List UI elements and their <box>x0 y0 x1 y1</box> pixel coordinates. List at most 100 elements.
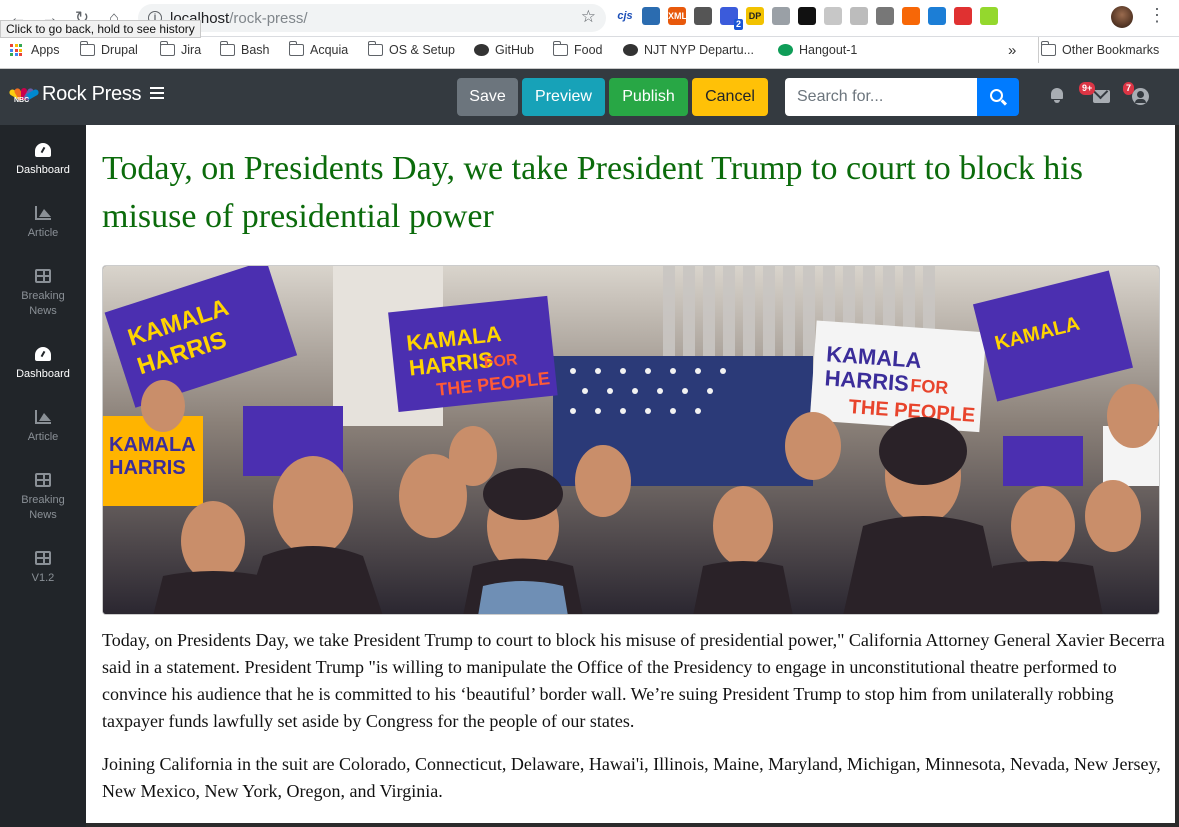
brand-logo[interactable]: NBC Rock Press <box>8 83 142 106</box>
bookmarks-bar: Apps Drupal Jira Bash Acquia OS & Setup … <box>0 37 1179 69</box>
search-input[interactable] <box>785 78 977 116</box>
user-count-badge: 7 <box>1123 82 1135 95</box>
hangouts-icon <box>778 44 793 56</box>
folder-icon <box>159 41 175 56</box>
bookmark-njt-nyp[interactable]: NJT NYP Departu... <box>623 37 754 63</box>
svg-text:FOR: FOR <box>483 351 519 371</box>
dashboard-gauge-icon <box>35 347 51 361</box>
extension-label: cjs <box>617 10 633 22</box>
bookmark-label: Hangout-1 <box>799 43 858 57</box>
article-hero-image: KAMALA HARRIS KAMALA HARRIS FOR THE PEOPLE K… <box>102 265 1160 615</box>
bookmark-folder-os-setup[interactable]: OS & Setup <box>367 37 456 63</box>
sidebar-item-label: V1.2 <box>31 572 55 584</box>
dp-extension-icon[interactable]: DP <box>746 7 764 25</box>
bookmark-label: Other Bookmarks <box>1062 43 1160 57</box>
browser-menu-icon[interactable]: ⋮ <box>1148 5 1166 26</box>
sidebar-item-label: Article <box>27 227 59 239</box>
extension-badge: 2 <box>733 19 743 30</box>
flag-extension-icon[interactable] <box>928 7 946 25</box>
bookmark-folder-other[interactable]: Other Bookmarks <box>1038 37 1159 63</box>
dashboard-gauge-icon <box>35 143 51 157</box>
folder-icon <box>79 41 95 56</box>
messages-count-badge: 9+ <box>1079 82 1096 95</box>
browser-toolbar: ← → ↻ ⌂ Click to go back, hold to see hi… <box>0 0 1179 38</box>
bookmark-folder-bash[interactable]: Bash <box>219 37 270 63</box>
sidebar-item-version[interactable]: V1.2 <box>0 551 86 586</box>
bookmark-folder-drupal[interactable]: Drupal <box>79 37 138 63</box>
svg-text:KAMALA: KAMALA <box>109 434 196 456</box>
brand-name: Rock Press <box>42 83 142 105</box>
extension-label: DP <box>748 11 762 21</box>
globe-icon <box>623 44 638 56</box>
bookmark-star-icon[interactable]: ☆ <box>581 7 596 27</box>
sidebar-item-dashboard[interactable]: Dashboard <box>0 347 86 382</box>
user-circle-icon[interactable] <box>1132 88 1149 105</box>
circle-extension-icon[interactable] <box>850 7 868 25</box>
grey-extension-icon[interactable] <box>772 7 790 25</box>
apps-grid-icon <box>10 44 25 56</box>
compass-extension-icon[interactable] <box>642 7 660 25</box>
xml-extension-icon[interactable]: XML <box>668 7 687 25</box>
bookmark-github[interactable]: GitHub <box>474 37 534 63</box>
folder-icon <box>1040 41 1056 56</box>
preview-button[interactable]: Preview <box>522 78 605 116</box>
search-extension-icon[interactable] <box>798 7 816 25</box>
extension-label: XML <box>668 11 687 21</box>
envelope-icon[interactable] <box>1093 90 1110 103</box>
table-icon <box>35 269 51 283</box>
grid-extension-icon[interactable] <box>824 7 842 25</box>
bookmark-folder-food[interactable]: Food <box>552 37 603 63</box>
sidebar-item-breaking-news[interactable]: Breaking News <box>0 269 86 319</box>
bookmarks-overflow-button[interactable]: » <box>1008 37 1016 63</box>
svg-text:FOR: FOR <box>910 375 949 398</box>
cancel-button[interactable]: Cancel <box>692 78 768 116</box>
article-paragraph: Joining California in the suit are Color… <box>102 754 1161 801</box>
gear-extension-icon[interactable] <box>694 7 712 25</box>
sidebar-item-label: Dashboard <box>16 164 70 176</box>
github-icon <box>474 44 489 56</box>
sidebar-item-breaking-news[interactable]: Breaking News <box>0 473 86 523</box>
chat-extension-icon[interactable]: 2 <box>720 7 743 30</box>
bookmark-label: OS & Setup <box>389 43 456 57</box>
bookmark-apps[interactable]: Apps <box>10 37 60 63</box>
table-icon <box>35 473 51 487</box>
nbc-extension-icon[interactable] <box>954 7 972 25</box>
sidebar-item-label: Breaking News <box>21 290 65 317</box>
article-paragraph: Today, on Presidents Day, we take Presid… <box>102 630 1165 731</box>
sidebar: Dashboard Article Breaking News Dashboar… <box>0 125 86 827</box>
bookmark-label: Bash <box>241 43 270 57</box>
address-bar[interactable]: i localhost/rock-press/ ☆ <box>138 4 606 32</box>
bookmark-folder-acquia[interactable]: Acquia <box>288 37 348 63</box>
article-content: Today, on Presidents Day, we take Presid… <box>86 125 1175 827</box>
diamond-extension-icon[interactable] <box>980 7 998 25</box>
orange-extension-icon[interactable] <box>902 7 920 25</box>
svg-text:HARRIS: HARRIS <box>109 457 186 479</box>
folder-icon <box>552 41 568 56</box>
bookmark-label: Jira <box>181 43 202 57</box>
sidebar-item-label: Breaking News <box>21 494 65 521</box>
url-path: /rock-press/ <box>229 9 308 27</box>
menu-toggle-icon[interactable] <box>150 87 164 99</box>
skype-extension-icon[interactable] <box>876 7 894 25</box>
publish-button[interactable]: Publish <box>609 78 688 116</box>
bookmark-label: GitHub <box>495 43 534 57</box>
window-edge <box>86 823 1179 827</box>
app-header: NBC Rock Press Save Preview Publish Canc… <box>0 69 1179 125</box>
bookmark-hangout[interactable]: Hangout-1 <box>778 37 857 63</box>
window-edge <box>1175 125 1179 827</box>
bell-icon[interactable] <box>1049 87 1065 103</box>
sidebar-item-article[interactable]: Article <box>0 206 86 241</box>
cjs-extension-icon[interactable]: cjs <box>616 7 634 25</box>
folder-icon <box>367 41 383 56</box>
save-button[interactable]: Save <box>457 78 518 116</box>
folder-icon <box>219 41 235 56</box>
bookmark-label: Drupal <box>101 43 138 57</box>
table-icon <box>35 551 51 565</box>
search-icon <box>990 89 1003 102</box>
sidebar-item-dashboard[interactable]: Dashboard <box>0 143 86 178</box>
search-button[interactable] <box>977 78 1019 116</box>
profile-avatar[interactable] <box>1111 6 1133 28</box>
bookmark-label: Food <box>574 43 603 57</box>
bookmark-folder-jira[interactable]: Jira <box>159 37 202 63</box>
sidebar-item-article[interactable]: Article <box>0 410 86 445</box>
